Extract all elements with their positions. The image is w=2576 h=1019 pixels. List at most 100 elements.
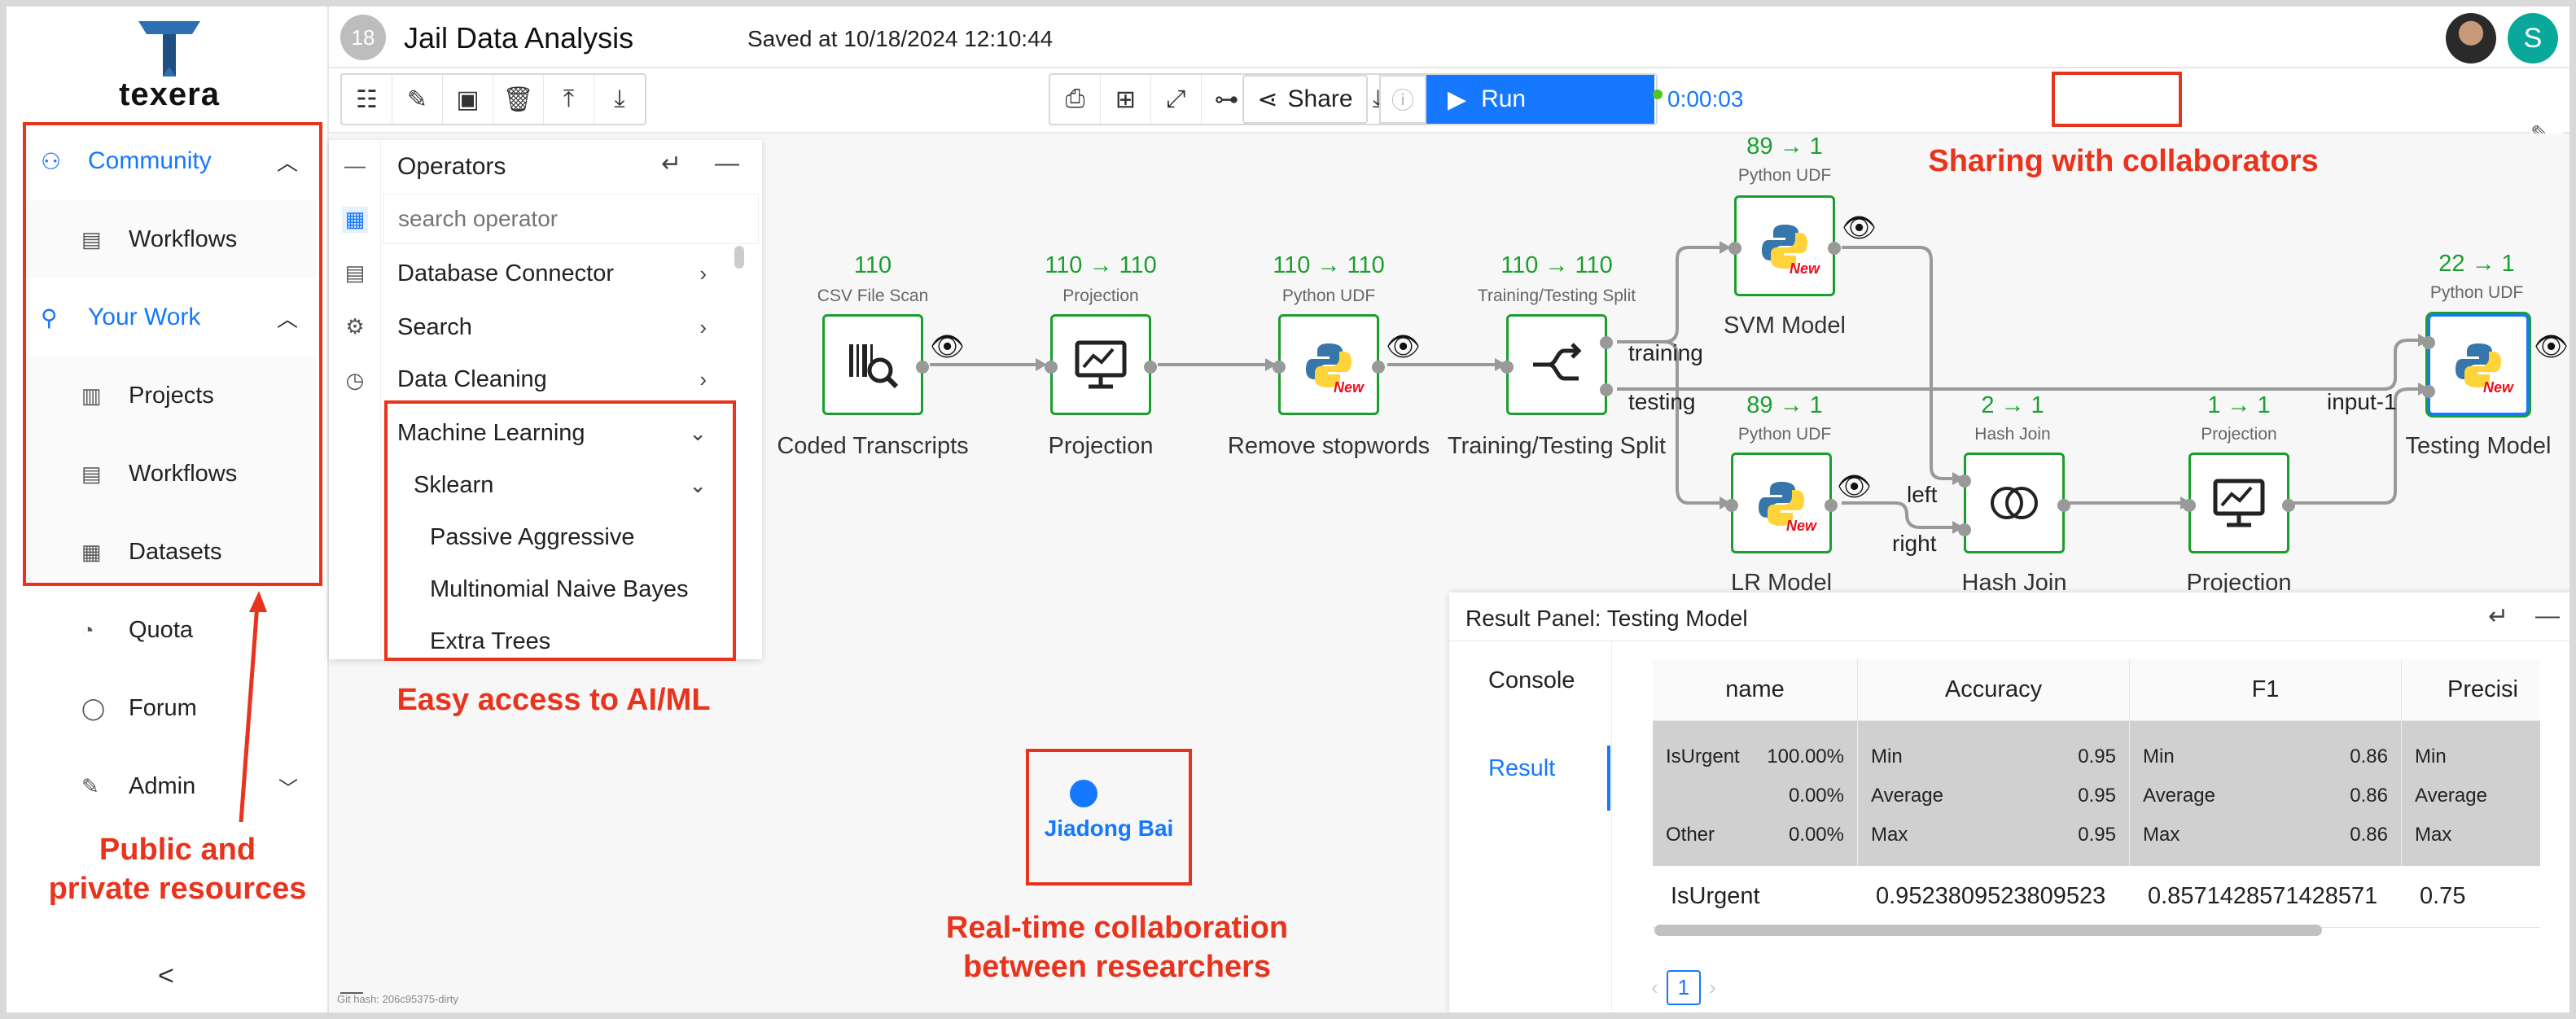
- edge-label-right: right: [1892, 531, 1937, 556]
- grid-icon[interactable]: ▦: [342, 207, 368, 233]
- horizontal-scrollbar[interactable]: [1654, 925, 2322, 936]
- chevron-right-icon: ›: [699, 314, 707, 339]
- input-port[interactable]: [2422, 385, 2435, 398]
- node-count: 110 → 110: [1500, 252, 1613, 278]
- node-projection-2[interactable]: [2183, 453, 2295, 553]
- eye-icon[interactable]: 👁: [1842, 212, 1877, 244]
- stat-label: Average: [2143, 785, 2215, 807]
- stat-label: Max: [2143, 824, 2180, 846]
- output-port[interactable]: [1825, 499, 1838, 512]
- node-training-testing-split[interactable]: [1500, 314, 1613, 415]
- eye-icon[interactable]: 👁: [1386, 330, 1421, 363]
- prev-page-icon[interactable]: ‹: [1651, 975, 1658, 1000]
- node-lr-model[interactable]: New: [1725, 453, 1838, 553]
- page-number[interactable]: 1: [1666, 970, 1702, 1005]
- git-hash: Git hash: 206c95375-dirty: [337, 993, 458, 1005]
- dock-icon[interactable]: ↵: [2488, 602, 2508, 631]
- chevron-right-icon: ›: [699, 260, 707, 286]
- eye-icon[interactable]: 👁: [2534, 330, 2569, 363]
- stat-label: Average: [2415, 785, 2487, 807]
- node-count: 89 → 1: [1746, 133, 1823, 160]
- minimize-icon[interactable]: —: [715, 150, 739, 177]
- column-header[interactable]: name: [1653, 659, 1858, 721]
- stat-value: 0.95: [2078, 746, 2116, 768]
- stat-value: 100.00%: [1767, 746, 1844, 768]
- table-cell[interactable]: 0.9523809523809523: [1858, 866, 2130, 928]
- output-port[interactable]: [2057, 499, 2070, 512]
- minus-icon[interactable]: —: [342, 153, 368, 179]
- eye-icon[interactable]: 👁: [1837, 470, 1872, 503]
- node-csv-file-scan[interactable]: [822, 314, 929, 415]
- result-table: name Accuracy F1 Precisi IsUrgent 100.00…: [1653, 659, 2540, 993]
- stats-cell-accuracy: Min 0.95 Average 0.95 Max 0.95: [1858, 721, 2130, 866]
- barcode-search-icon: [849, 344, 899, 389]
- output-port[interactable]: [2282, 499, 2295, 512]
- new-badge: New: [1333, 379, 1364, 396]
- node-testing-model[interactable]: New: [2422, 314, 2529, 415]
- stats-cell-precision: Min Average Max: [2402, 721, 2540, 866]
- result-panel-title: Result Panel: Testing Model: [1465, 606, 1748, 631]
- operator-search-input[interactable]: [383, 194, 759, 244]
- column-header[interactable]: Accuracy: [1858, 659, 2130, 721]
- stats-cell-name: IsUrgent 100.00% 0.00% Other 0.00%: [1653, 721, 1858, 866]
- input-port[interactable]: [1725, 499, 1738, 512]
- node-svm-model[interactable]: New: [1728, 195, 1841, 296]
- node-projection[interactable]: [1045, 314, 1157, 415]
- new-badge: New: [1789, 260, 1820, 277]
- tab-console[interactable]: Console: [1488, 667, 1575, 694]
- table-cell[interactable]: IsUrgent: [1653, 866, 1858, 928]
- input-port[interactable]: [1958, 475, 1971, 488]
- history-icon[interactable]: ◷: [342, 368, 368, 394]
- edge[interactable]: [1617, 339, 2418, 391]
- input-port[interactable]: [1045, 361, 1058, 374]
- calendar-icon[interactable]: ▤: [342, 260, 368, 286]
- operator-category-database-connector[interactable]: Database Connector ›: [397, 249, 715, 298]
- stat-label: Min: [2415, 746, 2447, 768]
- node-remove-stopwords[interactable]: New: [1273, 314, 1385, 415]
- input-port[interactable]: [2422, 336, 2435, 349]
- node-count: 110 → 110: [1045, 252, 1157, 278]
- input-port[interactable]: [1958, 523, 1971, 536]
- output-port[interactable]: [1600, 383, 1613, 396]
- input-port[interactable]: [1273, 361, 1286, 374]
- node-type: Python UDF: [1737, 425, 1832, 444]
- table-cell[interactable]: 0.8571428571428571: [2130, 866, 2402, 928]
- node-type: Python UDF: [1737, 166, 1832, 185]
- stat-value: 0.00%: [1788, 785, 1844, 807]
- output-port[interactable]: [1144, 361, 1157, 374]
- dock-icon[interactable]: ↵: [661, 150, 681, 178]
- minimize-icon[interactable]: —: [2535, 602, 2560, 630]
- operator-panel-rail: — ▦ ▤ ⚙ ◷: [329, 140, 381, 659]
- node-count: 89 → 1: [1746, 392, 1823, 418]
- output-port[interactable]: [1372, 361, 1385, 374]
- gear-icon[interactable]: ⚙: [342, 314, 368, 340]
- monitor-chart-icon: [2213, 479, 2265, 527]
- stat-value: 0.00%: [1788, 824, 1844, 846]
- output-port[interactable]: [1828, 242, 1841, 255]
- input-port[interactable]: [1728, 242, 1741, 255]
- result-panel: Result Panel: Testing Model ↵ — Console …: [1449, 593, 2569, 1012]
- node-type: Projection: [2201, 425, 2277, 444]
- tab-result[interactable]: Result: [1488, 755, 1555, 782]
- scrollbar[interactable]: [734, 246, 744, 269]
- column-header[interactable]: Precisi: [2402, 659, 2540, 721]
- output-port[interactable]: [916, 361, 929, 374]
- table-cell[interactable]: 0.75: [2402, 866, 2540, 928]
- node-label: SVM Model: [1724, 313, 1846, 339]
- stat-value: 0.86: [2350, 824, 2388, 846]
- next-page-icon[interactable]: ›: [1709, 975, 1716, 1000]
- input-port[interactable]: [1500, 361, 1514, 374]
- operator-category-search[interactable]: Search ›: [397, 303, 715, 352]
- node-hash-join[interactable]: [1958, 453, 2070, 553]
- input-port[interactable]: [2183, 499, 2196, 512]
- eye-icon[interactable]: 👁: [930, 330, 965, 363]
- operator-category-data-cleaning[interactable]: Data Cleaning ›: [397, 355, 715, 404]
- node-type: CSV File Scan: [817, 286, 929, 305]
- app-window: texera ⚇ Community ︿ ▤ Workflows ⚲ Your …: [0, 0, 2576, 1019]
- node-count: 22 → 1: [2438, 251, 2515, 277]
- collaborator-name: Jiadong Bai: [1044, 816, 1174, 841]
- output-port[interactable]: [1600, 336, 1613, 349]
- column-header[interactable]: F1: [2130, 659, 2402, 721]
- stat-label: Max: [1871, 824, 1908, 846]
- edge-label-left: left: [1907, 482, 1938, 507]
